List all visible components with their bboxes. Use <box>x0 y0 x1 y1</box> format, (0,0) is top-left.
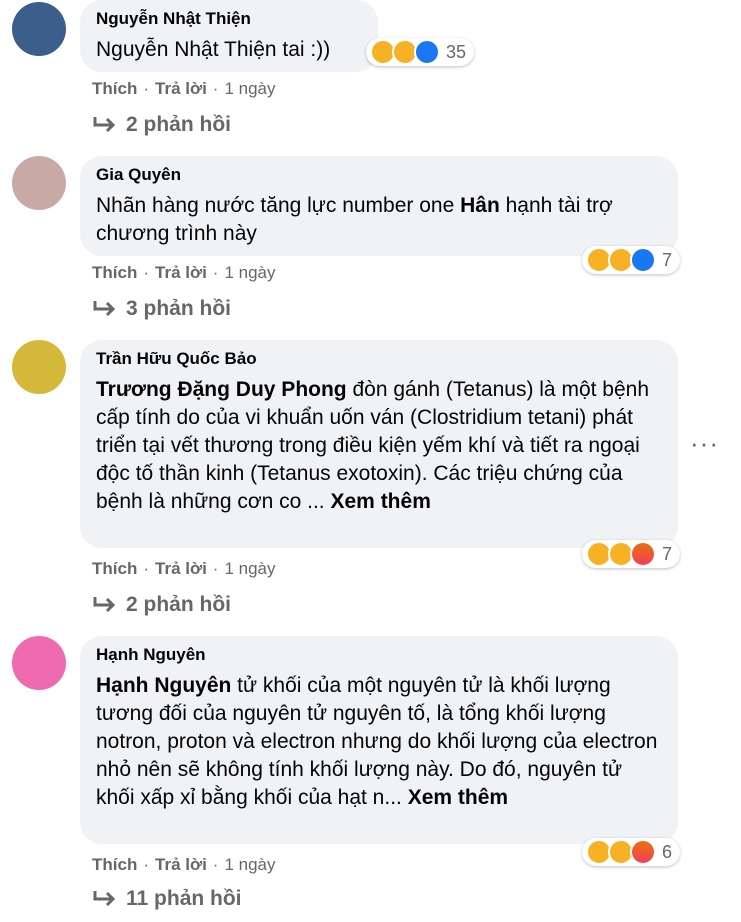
reaction-count: 6 <box>662 841 673 862</box>
reaction-summary[interactable]: 7 <box>582 540 681 568</box>
reaction-summary[interactable]: 7 <box>582 246 681 274</box>
comment-time[interactable]: 1 ngày <box>224 79 275 98</box>
angry-reaction-icon <box>630 541 656 567</box>
like-action[interactable]: Thích <box>92 559 137 578</box>
reply-action[interactable]: Trả lời <box>155 559 207 578</box>
reply-arrow-icon <box>93 891 116 907</box>
comment-author[interactable]: Hạnh Nguyên <box>96 644 658 666</box>
comment-author[interactable]: Nguyễn Nhật Thiện <box>96 8 358 30</box>
comment-meta: Thích · Trả lời · 1 ngày <box>92 559 276 578</box>
comment-bubble: Hạnh Nguyên Hạnh Nguyên tử khối của một … <box>80 636 678 844</box>
reaction-summary[interactable]: 35 <box>366 38 475 66</box>
reply-arrow-icon <box>93 597 116 613</box>
like-action[interactable]: Thích <box>92 79 137 98</box>
mention-link[interactable]: Trương Đặng Duy Phong <box>96 378 347 401</box>
like-reaction-icon <box>414 39 440 65</box>
comment-bubble: Trần Hữu Quốc Bảo Trương Đặng Duy Phong … <box>80 340 678 548</box>
comment-meta: Thích · Trả lời · 1 ngày <box>92 263 276 282</box>
view-replies-link[interactable]: 11 phản hồi <box>92 886 242 912</box>
replies-count[interactable]: 2 phản hồi <box>126 593 231 616</box>
comment-meta: Thích · Trả lời · 1 ngày <box>92 79 276 98</box>
comment-meta: Thích · Trả lời · 1 ngày <box>92 855 276 874</box>
replies-count[interactable]: 11 phản hồi <box>126 887 242 910</box>
mention-link[interactable]: Hân <box>460 194 500 217</box>
reply-action[interactable]: Trả lời <box>155 855 207 874</box>
view-replies-link[interactable]: 2 phản hồi <box>92 112 231 138</box>
reply-action[interactable]: Trả lời <box>155 263 207 282</box>
reaction-count: 35 <box>446 41 467 62</box>
see-more-link[interactable]: Xem thêm <box>331 490 431 513</box>
comment-time[interactable]: 1 ngày <box>224 855 275 874</box>
comment-time[interactable]: 1 ngày <box>224 559 275 578</box>
comment-author[interactable]: Trần Hữu Quốc Bảo <box>96 348 658 370</box>
reply-arrow-icon <box>93 301 116 317</box>
avatar[interactable] <box>12 636 66 690</box>
reply-arrow-icon <box>93 117 116 133</box>
angry-reaction-icon <box>630 839 656 865</box>
reaction-count: 7 <box>662 543 673 564</box>
see-more-link[interactable]: Xem thêm <box>408 786 508 809</box>
avatar[interactable] <box>12 2 66 56</box>
avatar[interactable] <box>12 156 66 210</box>
view-replies-link[interactable]: 3 phản hồi <box>92 296 231 322</box>
comment-bubble: Gia Quyên Nhãn hàng nước tăng lực number… <box>80 156 678 256</box>
comment-time[interactable]: 1 ngày <box>224 263 275 282</box>
like-reaction-icon <box>630 247 656 273</box>
comment-text: Nguyễn Nhật Thiện tai :)) <box>96 38 331 61</box>
reaction-count: 7 <box>662 249 673 270</box>
replies-count[interactable]: 3 phản hồi <box>126 297 231 320</box>
comment-bubble: Nguyễn Nhật Thiện Nguyễn Nhật Thiện tai … <box>80 0 378 72</box>
mention-link[interactable]: Hạnh Nguyên <box>96 674 231 697</box>
like-action[interactable]: Thích <box>92 263 137 282</box>
comment-text: Nhãn hàng nước tăng lực number one Hân h… <box>96 194 613 245</box>
comment-text: Trương Đặng Duy Phong đòn gánh (Tetanus)… <box>96 378 650 513</box>
replies-count[interactable]: 2 phản hồi <box>126 113 231 136</box>
avatar[interactable] <box>12 340 66 394</box>
view-replies-link[interactable]: 2 phản hồi <box>92 592 231 618</box>
ellipsis-icon[interactable]: ··· <box>690 428 719 459</box>
reaction-summary[interactable]: 6 <box>582 838 681 866</box>
comment-author[interactable]: Gia Quyên <box>96 164 658 186</box>
like-action[interactable]: Thích <box>92 855 137 874</box>
reply-action[interactable]: Trả lời <box>155 79 207 98</box>
comment-text: Hạnh Nguyên tử khối của một nguyên tử là… <box>96 674 658 809</box>
